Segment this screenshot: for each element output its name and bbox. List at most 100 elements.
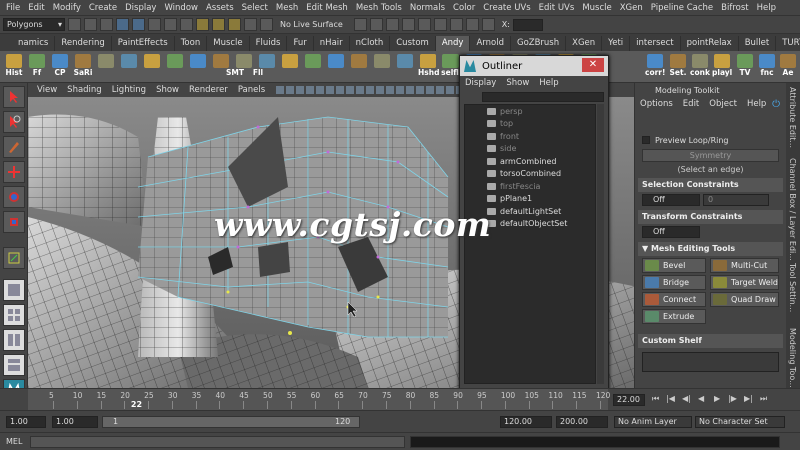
viewport-tool-icon[interactable] — [346, 86, 355, 94]
menu-edit-mesh[interactable]: Edit Mesh — [302, 3, 352, 13]
mt-menu-help[interactable]: Help — [742, 99, 771, 109]
transform-constraint-select[interactable]: Off — [642, 226, 700, 238]
shelf-tool-set[interactable]: Set. — [668, 54, 688, 79]
anim-layer-select[interactable]: No Anim Layer — [614, 416, 692, 428]
viewport-tool-icon[interactable] — [436, 86, 445, 94]
shelf-tab-toon[interactable]: Toon — [175, 36, 208, 51]
shelf-tool[interactable] — [119, 54, 139, 80]
snap-curve-icon[interactable] — [212, 18, 225, 31]
preview-loop-checkbox[interactable] — [642, 136, 650, 144]
viewport-tool-icon[interactable] — [296, 86, 305, 94]
power-icon[interactable]: ⏻ — [772, 99, 780, 110]
shelf-tool-tv[interactable]: TV — [735, 54, 755, 79]
target-weld-button[interactable]: Target Weld — [710, 275, 779, 290]
lasso-tool-icon[interactable] — [2, 111, 25, 133]
selection-constraints-header[interactable]: Selection Constraints — [638, 178, 783, 192]
play-forward-icon[interactable]: ▶ — [714, 394, 720, 403]
playback-end-field[interactable]: 120.00 — [500, 416, 552, 428]
custom-shelf-area[interactable] — [642, 352, 779, 372]
time-slider[interactable]: 5 10 15 20 25 30 35 40 45 50 55 60 65 70 75 80 85 90 95 100… — [0, 388, 800, 411]
menu-bifrost[interactable]: Bifrost — [717, 3, 752, 13]
quad-draw-button[interactable]: Quad Draw — [710, 292, 779, 307]
viewport-tool-icon[interactable] — [396, 86, 405, 94]
viewport-tool-icon[interactable] — [336, 86, 345, 94]
mt-menu-edit[interactable]: Edit — [678, 99, 704, 109]
shelf-tool-smt[interactable]: SMT — [225, 67, 245, 79]
shelf-tab-muscle[interactable]: Muscle — [207, 36, 250, 51]
outliner-item[interactable]: torsoCombined — [465, 168, 595, 181]
go-to-start-icon[interactable]: ⏮ — [652, 394, 659, 404]
open-scene-icon[interactable] — [84, 18, 97, 31]
snap-view-icon[interactable] — [244, 18, 257, 31]
ipr-render-icon[interactable] — [369, 18, 383, 31]
rotate-tool-icon[interactable] — [2, 186, 25, 208]
save-scene-icon[interactable] — [100, 18, 113, 31]
shelf-tab-andy[interactable]: Andy — [435, 36, 471, 51]
outliner-item[interactable]: front — [465, 130, 595, 143]
menu-select[interactable]: Select — [238, 3, 272, 13]
outliner-titlebar[interactable]: Outliner ✕ — [460, 56, 608, 76]
menu-create[interactable]: Create — [85, 3, 121, 13]
tab-tool-settings[interactable]: Tool Settin... — [788, 263, 797, 312]
viewport-menu-lighting[interactable]: Lighting — [107, 85, 151, 95]
sidebar-toggle-icon[interactable] — [465, 18, 479, 31]
hypershade-icon[interactable] — [401, 18, 415, 31]
viewport-menu-view[interactable]: View — [32, 85, 62, 95]
select-object-icon[interactable] — [164, 18, 177, 31]
viewport-tool-icon[interactable] — [416, 86, 425, 94]
shelf-tab-bullet[interactable]: Bullet — [739, 36, 777, 51]
shelf-tool[interactable] — [395, 54, 415, 80]
mel-input[interactable] — [30, 436, 405, 448]
camera-icon[interactable] — [417, 18, 431, 31]
shelf-tool[interactable] — [280, 54, 300, 80]
outliner-item[interactable]: top — [465, 118, 595, 131]
playback-start-field[interactable]: 1.00 — [52, 416, 98, 428]
shelf-tool-corr[interactable]: corr! — [645, 54, 665, 79]
shelf-tab-painteffects[interactable]: PaintEffects — [112, 36, 175, 51]
select-component-icon[interactable] — [180, 18, 193, 31]
menu-edit[interactable]: Edit — [24, 3, 48, 13]
layout-outliner-icon[interactable] — [2, 354, 25, 376]
shelf-tab-nhair[interactable]: nHair — [314, 36, 350, 51]
scale-tool-icon[interactable] — [2, 211, 25, 233]
shelf-tab-custom[interactable]: Custom — [390, 36, 436, 51]
viewport-tool-icon[interactable] — [316, 86, 325, 94]
shelf-tool[interactable] — [326, 54, 346, 80]
snap-point-icon[interactable] — [228, 18, 241, 31]
shelf-tool-selfl[interactable]: selfl — [440, 54, 460, 79]
preview-loop-row[interactable]: Preview Loop/Ring — [638, 133, 783, 147]
viewport-tool-icon[interactable] — [326, 86, 335, 94]
mt-menu-object[interactable]: Object — [704, 99, 742, 109]
range-slider-track[interactable]: 1 120 — [102, 416, 360, 428]
shelf-tool[interactable] — [188, 54, 208, 80]
step-forward-icon[interactable]: |▶ — [728, 394, 737, 403]
viewport-tool-icon[interactable] — [366, 86, 375, 94]
shelf-tool-ff[interactable]: Ff — [27, 67, 47, 79]
shelf-tab-gozbrush[interactable]: GoZBrush — [511, 36, 567, 51]
move-tool-icon[interactable] — [2, 161, 25, 183]
mt-menu-options[interactable]: Options — [635, 99, 678, 109]
outliner-list[interactable]: persp top front side armCombined torsoCombine… — [464, 104, 596, 384]
shelf-tool-sari[interactable]: SaRi — [73, 67, 93, 79]
shelf-tab-namics[interactable]: namics — [12, 36, 56, 51]
anim-start-field[interactable]: 1.00 — [6, 416, 46, 428]
viewport-tool-icon[interactable] — [386, 86, 395, 94]
mesh-editing-tools-header[interactable]: ▼ Mesh Editing Tools — [638, 242, 783, 256]
menu-modify[interactable]: Modify — [49, 3, 85, 13]
tab-modeling-toolkit[interactable]: Modeling Too... — [788, 328, 797, 388]
tab-channel-box[interactable]: Channel Box / Layer Edi... — [788, 158, 797, 261]
menu-file[interactable]: File — [2, 3, 24, 13]
shelf-tool-fnc[interactable]: fnc — [757, 54, 777, 79]
menu-window[interactable]: Window — [160, 3, 202, 13]
shelf-tab-rendering[interactable]: Rendering — [55, 36, 112, 51]
shelf-tool[interactable] — [142, 54, 162, 80]
viewport-menu-renderer[interactable]: Renderer — [184, 85, 233, 95]
close-icon[interactable]: ✕ — [582, 58, 604, 72]
time-slider-bar[interactable]: 5 10 15 20 25 30 35 40 45 50 55 60 65 70 75 80 85 90 95 100… — [28, 389, 610, 411]
viewport-tool-icon[interactable] — [446, 86, 455, 94]
menu-help[interactable]: Help — [753, 3, 780, 13]
outliner-menu-display[interactable]: Display — [460, 78, 501, 88]
shelf-tool-fll[interactable]: Fll — [248, 67, 268, 79]
step-forward-key-icon[interactable]: ▶| — [744, 394, 753, 403]
shelf-tool-playl[interactable]: playl — [712, 54, 732, 79]
